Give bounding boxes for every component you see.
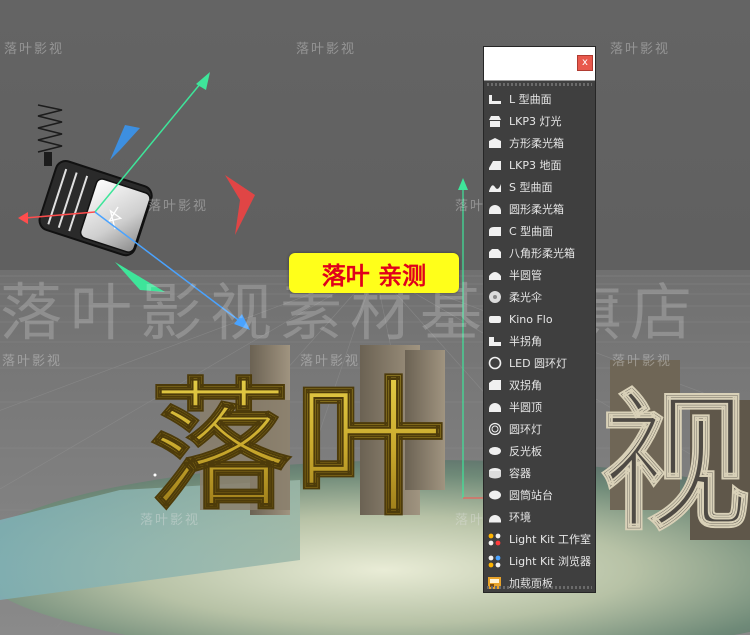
menu-item-label: L 型曲面	[509, 93, 552, 106]
menu-item-label: LKP3 灯光	[509, 115, 562, 128]
menu-drag-handle[interactable]	[487, 83, 592, 86]
menu-item-label: 柔光伞	[509, 291, 542, 304]
watermark-small: 落叶影视	[140, 513, 201, 528]
menu-item-label: C 型曲面	[509, 225, 554, 238]
menu-item-label: 圆筒站台	[509, 489, 553, 502]
ring-light-icon	[487, 422, 502, 437]
menu-item[interactable]: 八角形柔光箱	[484, 242, 595, 264]
menu-item[interactable]: 圆环灯	[484, 418, 595, 440]
test-badge: 落叶 亲测	[289, 253, 459, 293]
glyph-luo: 落	[150, 366, 291, 529]
led-ring-icon	[487, 356, 502, 371]
menu-item[interactable]: LED 圆环灯	[484, 352, 595, 374]
light-kit-browser-icon	[487, 554, 502, 569]
glyph-shi: 视	[600, 377, 750, 551]
menu-item-label: 方形柔光箱	[509, 137, 564, 150]
menu-item-label: S 型曲面	[509, 181, 553, 194]
container-icon	[487, 466, 502, 481]
menu-item-label: 圆环灯	[509, 423, 542, 436]
menu-item[interactable]: LKP3 地面	[484, 154, 595, 176]
lkp3-light-icon	[487, 114, 502, 129]
menu-item[interactable]: S 型曲面	[484, 176, 595, 198]
menu-item-label: LED 圆环灯	[509, 357, 568, 370]
menu-item-label: 双拐角	[509, 379, 542, 392]
menu-item-label: Light Kit 浏览器	[509, 555, 592, 568]
l-surface-icon	[487, 92, 502, 107]
glyph-ye: 叶	[295, 362, 445, 536]
menu-item[interactable]: 加载面板	[484, 572, 595, 594]
watermark-small: 落叶影视	[148, 199, 209, 214]
vertex-dot	[153, 473, 157, 477]
menu-item[interactable]: 圆形柔光箱	[484, 198, 595, 220]
menu-item-label: 容器	[509, 467, 531, 480]
umbrella-icon	[487, 290, 502, 305]
menu-item-label: 八角形柔光箱	[509, 247, 575, 260]
light-mount	[44, 152, 52, 166]
watermark-small: 落叶影视	[296, 42, 357, 57]
menu-item[interactable]: LKP3 灯光	[484, 110, 595, 132]
menu-item[interactable]: 环境	[484, 506, 595, 528]
half-tube-icon	[487, 268, 502, 283]
menu-header[interactable]: x	[484, 47, 595, 81]
menu-item[interactable]: 双拐角	[484, 374, 595, 396]
menu-item[interactable]: C 型曲面	[484, 220, 595, 242]
menu-item[interactable]: Light Kit 工作室	[484, 528, 595, 550]
kino-flo-icon	[487, 312, 502, 327]
menu-item[interactable]: 容器	[484, 462, 595, 484]
menu-item[interactable]: 半圆顶	[484, 396, 595, 418]
menu-item-label: 圆形柔光箱	[509, 203, 564, 216]
menu-item[interactable]: 圆筒站台	[484, 484, 595, 506]
watermark-small: 落叶影视	[610, 42, 671, 57]
menu-item[interactable]: 柔光伞	[484, 286, 595, 308]
light-kit-menu[interactable]: x L 型曲面 LKP3 灯光 方形柔光箱 LKP3 地面 S 型曲面圆形柔光箱 C 型曲…	[483, 46, 596, 593]
cylinder-stage-icon	[487, 488, 502, 503]
watermark-small: 落叶影视	[300, 354, 361, 369]
menu-item-label: Kino Flo	[509, 312, 553, 326]
close-button[interactable]: x	[577, 55, 593, 71]
menu-item-label: 半圆管	[509, 269, 542, 282]
lkp3-floor-icon	[487, 158, 502, 173]
menu-item-label: 环境	[509, 511, 531, 524]
menu-item[interactable]: L 型曲面	[484, 88, 595, 110]
s-surface-icon	[487, 180, 502, 195]
half-corner-icon	[487, 334, 502, 349]
octagon-softbox-icon	[487, 246, 502, 261]
reflector-icon	[487, 444, 502, 459]
watermark-small: 落叶影视	[2, 354, 63, 369]
menu-item-label: Light Kit 工作室	[509, 533, 592, 546]
round-softbox-icon	[487, 202, 502, 217]
c-surface-icon	[487, 224, 502, 239]
double-corner-icon	[487, 378, 502, 393]
half-dome-icon	[487, 400, 502, 415]
menu-list: L 型曲面 LKP3 灯光 方形柔光箱 LKP3 地面 S 型曲面圆形柔光箱 C 型曲面八…	[484, 88, 595, 594]
menu-item-label: 反光板	[509, 445, 542, 458]
menu-item[interactable]: Light Kit 浏览器	[484, 550, 595, 572]
watermark-small: 落叶影视	[612, 354, 673, 369]
3d-viewport[interactable]: 落 叶 视 落叶影视 落叶影视 落叶影视 落叶影视 落叶影视 落叶影视 落叶影视…	[0, 0, 750, 635]
menu-item-label: LKP3 地面	[509, 159, 562, 172]
menu-item-label: 半拐角	[509, 335, 542, 348]
menu-item[interactable]: 方形柔光箱	[484, 132, 595, 154]
menu-bottom-handle[interactable]	[487, 586, 592, 589]
menu-item[interactable]: 反光板	[484, 440, 595, 462]
menu-item[interactable]: 半拐角	[484, 330, 595, 352]
menu-item[interactable]: 半圆管	[484, 264, 595, 286]
environment-icon	[487, 510, 502, 525]
light-kit-studio-icon	[487, 532, 502, 547]
square-softbox-icon	[487, 136, 502, 151]
menu-item-label: 半圆顶	[509, 401, 542, 414]
watermark-small: 落叶影视	[4, 42, 65, 57]
menu-item[interactable]: Kino Flo	[484, 308, 595, 330]
